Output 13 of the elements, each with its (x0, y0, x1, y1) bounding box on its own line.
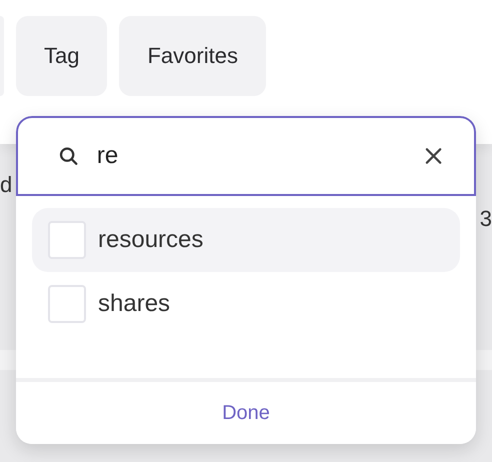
filter-chip[interactable]: Tag (16, 16, 108, 96)
checkbox[interactable] (48, 285, 86, 323)
option-label[interactable]: shares (98, 290, 170, 318)
close-icon[interactable] (424, 147, 442, 165)
search-icon (58, 145, 79, 167)
table-text: d (0, 172, 12, 198)
table-text: 3 (480, 206, 492, 232)
filter-chip[interactable]: Favorites (119, 16, 266, 96)
checkbox[interactable] (48, 221, 86, 259)
option-row[interactable]: resources (32, 208, 460, 272)
search-field[interactable]: re (96, 142, 407, 170)
option-label[interactable]: resources (98, 226, 204, 254)
done-button[interactable]: Done (16, 382, 476, 444)
